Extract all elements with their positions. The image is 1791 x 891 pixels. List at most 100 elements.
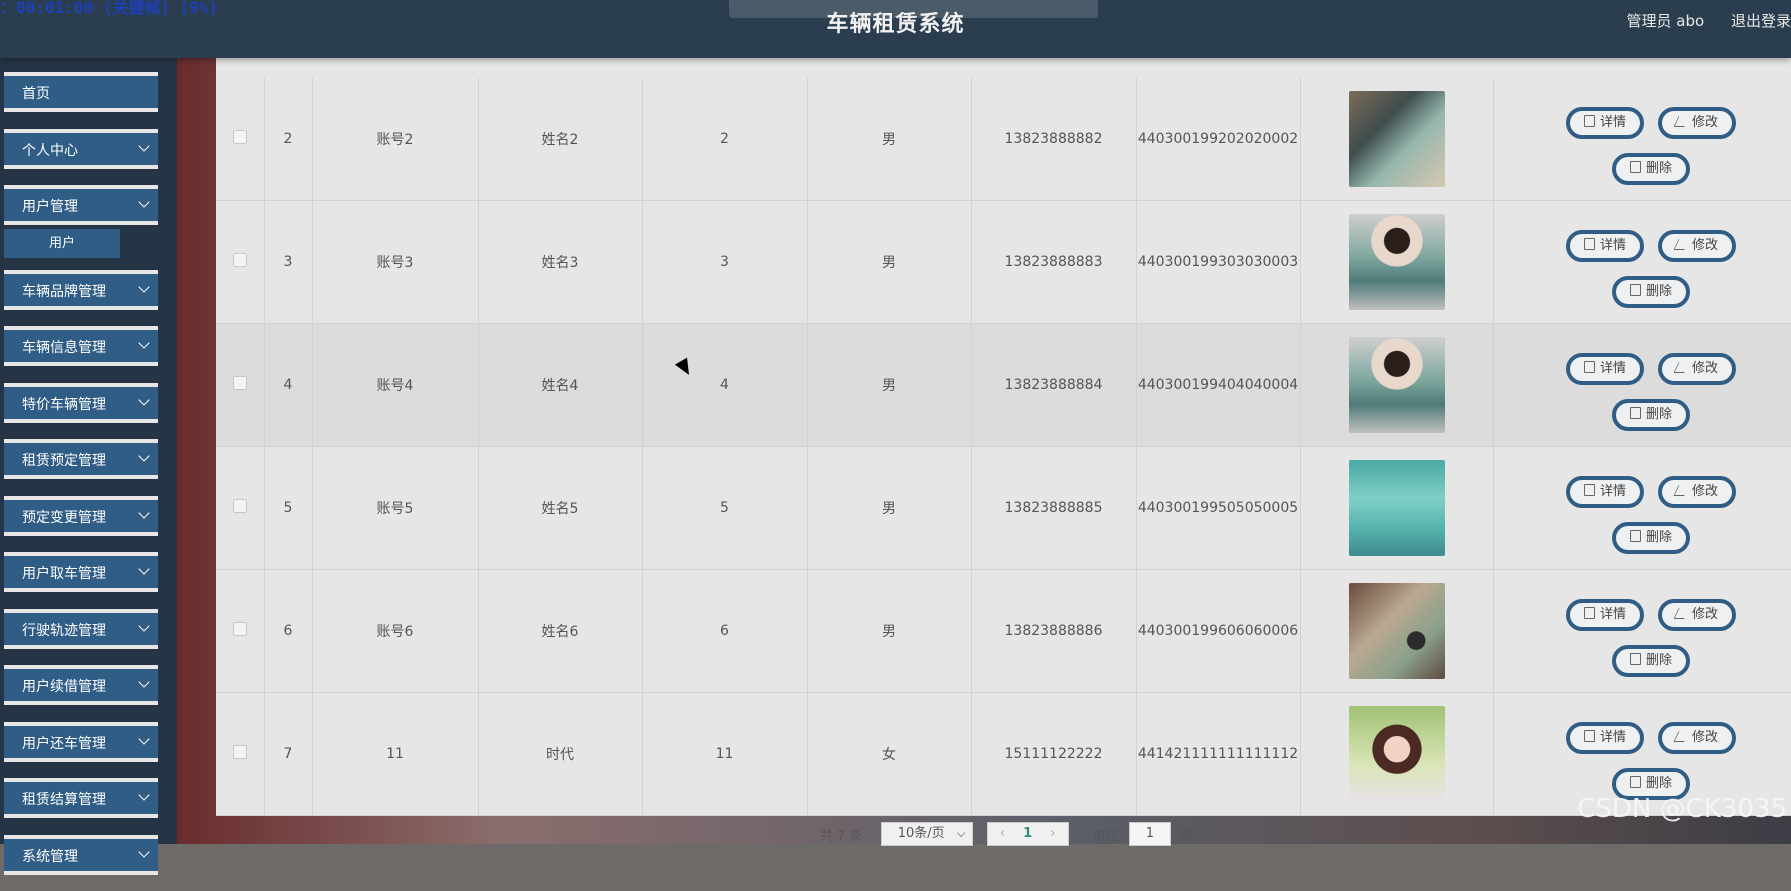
phone-cell: 13823888885: [971, 446, 1137, 570]
doc-icon: [1583, 115, 1595, 127]
account-cell: 账号2: [312, 78, 479, 201]
delete-button[interactable]: 删除: [1612, 645, 1690, 677]
detail-button[interactable]: 详情: [1566, 599, 1644, 631]
row-checkbox[interactable]: [232, 499, 247, 513]
actions-cell: 详情 修改删除: [1493, 446, 1791, 570]
photo-cell: [1300, 692, 1494, 816]
prev-page-button[interactable]: ‹: [994, 826, 1011, 841]
table-row: 4 账号4 姓名4 4 男 13823888884 440300199404040004 详情…: [216, 323, 1791, 447]
id-number-cell: 440300199505050005: [1136, 446, 1301, 570]
chevron-down-icon: [138, 139, 150, 152]
delete-button-label: 删除: [1645, 530, 1672, 545]
sidebar-item-12[interactable]: 租赁结算管理: [4, 778, 158, 818]
index-cell: 4: [264, 323, 313, 447]
sidebar-item-8[interactable]: 用户取车管理: [4, 552, 158, 592]
sidebar-item-1[interactable]: 个人中心: [4, 128, 158, 169]
pager-box: ‹ 1 ›: [986, 822, 1069, 846]
detail-button[interactable]: 详情: [1566, 107, 1644, 139]
edit-button[interactable]: 修改: [1658, 722, 1736, 754]
delete-button[interactable]: 删除: [1612, 153, 1690, 185]
sidebar-item-0[interactable]: 首页: [4, 72, 158, 112]
sidebar-subitem-users[interactable]: 用户: [4, 228, 120, 258]
sidebar-item-13[interactable]: 系统管理: [4, 834, 158, 875]
checkbox-cell: [216, 200, 265, 324]
pencil-icon: [1673, 362, 1690, 373]
name-cell: 姓名5: [478, 446, 643, 570]
sidebar-item-7[interactable]: 预定变更管理: [4, 495, 158, 536]
sidebar-item-label: 首页: [22, 86, 50, 102]
row-actions: 详情 修改删除: [1552, 458, 1736, 558]
logout-link[interactable]: 退出登录: [1731, 12, 1791, 30]
index-cell: 6: [264, 569, 313, 693]
photo-cell: [1300, 569, 1494, 693]
chevron-down-icon: [138, 676, 150, 688]
delete-button[interactable]: 删除: [1612, 522, 1690, 554]
sidebar-item-2[interactable]: 用户管理: [4, 185, 158, 225]
sidebar-item-4[interactable]: 车辆信息管理: [4, 326, 158, 366]
row-checkbox[interactable]: [232, 130, 247, 144]
detail-button[interactable]: 详情: [1566, 476, 1644, 508]
photo-thumbnail[interactable]: [1348, 460, 1445, 556]
edit-button[interactable]: 修改: [1658, 353, 1736, 385]
detail-button[interactable]: 详情: [1566, 353, 1644, 385]
chevron-down-icon: [138, 393, 150, 406]
edit-button-label: 修改: [1691, 115, 1718, 130]
index-cell: 7: [264, 692, 313, 816]
edit-button[interactable]: 修改: [1658, 599, 1736, 631]
detail-button-label: 详情: [1599, 484, 1626, 499]
gender-cell: 男: [807, 78, 972, 201]
detail-button-label: 详情: [1599, 115, 1626, 130]
sidebar-item-label: 用户还车管理: [22, 735, 106, 752]
account-cell: 11: [312, 692, 479, 816]
row-checkbox[interactable]: [232, 253, 247, 267]
sidebar-item-label: 行驶轨迹管理: [22, 622, 106, 639]
edit-button-label: 修改: [1691, 238, 1718, 253]
age-cell: 5: [642, 446, 808, 570]
table-row: 5 账号5 姓名5 5 男 13823888885 440300199505050005 详情…: [216, 446, 1791, 570]
goto-label: 前往: [1092, 828, 1119, 844]
edit-button[interactable]: 修改: [1658, 476, 1736, 508]
edit-button-label: 修改: [1691, 730, 1718, 745]
name-cell: 时代: [478, 692, 643, 816]
detail-button[interactable]: 详情: [1566, 230, 1644, 262]
sidebar-item-label: 车辆信息管理: [22, 340, 106, 356]
table-row: 2 账号2 姓名2 2 男 13823888882 440300199202020002 详情…: [216, 78, 1791, 201]
sidebar-item-6[interactable]: 租赁预定管理: [4, 439, 158, 479]
index-cell: 5: [264, 446, 313, 570]
goto-page-input[interactable]: 1: [1128, 822, 1171, 846]
photo-thumbnail[interactable]: [1348, 91, 1445, 187]
row-checkbox[interactable]: [232, 376, 247, 390]
photo-cell: [1300, 446, 1494, 570]
chevron-down-icon: [138, 563, 150, 575]
photo-thumbnail[interactable]: [1348, 337, 1445, 433]
edit-button[interactable]: 修改: [1658, 230, 1736, 262]
photo-thumbnail[interactable]: [1348, 583, 1445, 679]
checkbox-cell: [216, 323, 265, 447]
trash-icon: [1629, 284, 1641, 296]
chevron-down-icon: [138, 732, 150, 745]
phone-cell: 13823888886: [971, 569, 1137, 693]
user-table: 2 账号2 姓名2 2 男 13823888882 440300199202020002 详情…: [216, 78, 1791, 816]
delete-button[interactable]: 删除: [1612, 276, 1690, 308]
pencil-icon: [1673, 239, 1690, 250]
sidebar-item-10[interactable]: 用户续借管理: [4, 665, 158, 705]
page-number-1[interactable]: 1: [1015, 826, 1040, 841]
detail-button[interactable]: 详情: [1566, 722, 1644, 754]
age-cell: 2: [642, 78, 808, 201]
page-size-select[interactable]: 10条/页: [880, 822, 973, 846]
edit-button[interactable]: 修改: [1658, 107, 1736, 139]
next-page-button[interactable]: ›: [1044, 826, 1061, 841]
delete-button[interactable]: 删除: [1612, 399, 1690, 431]
photo-thumbnail[interactable]: [1348, 706, 1445, 802]
row-checkbox[interactable]: [232, 622, 247, 636]
chevron-down-icon: [138, 506, 150, 519]
sidebar-item-11[interactable]: 用户还车管理: [4, 721, 158, 762]
sidebar-item-label: 系统管理: [22, 848, 78, 865]
gender-cell: 男: [807, 569, 972, 693]
row-checkbox[interactable]: [232, 745, 247, 759]
photo-thumbnail[interactable]: [1348, 214, 1445, 310]
sidebar-item-5[interactable]: 特价车辆管理: [4, 382, 158, 423]
sidebar-item-3[interactable]: 车辆品牌管理: [4, 269, 158, 310]
sidebar-item-9[interactable]: 行驶轨迹管理: [4, 608, 158, 649]
pencil-icon: [1673, 608, 1690, 619]
